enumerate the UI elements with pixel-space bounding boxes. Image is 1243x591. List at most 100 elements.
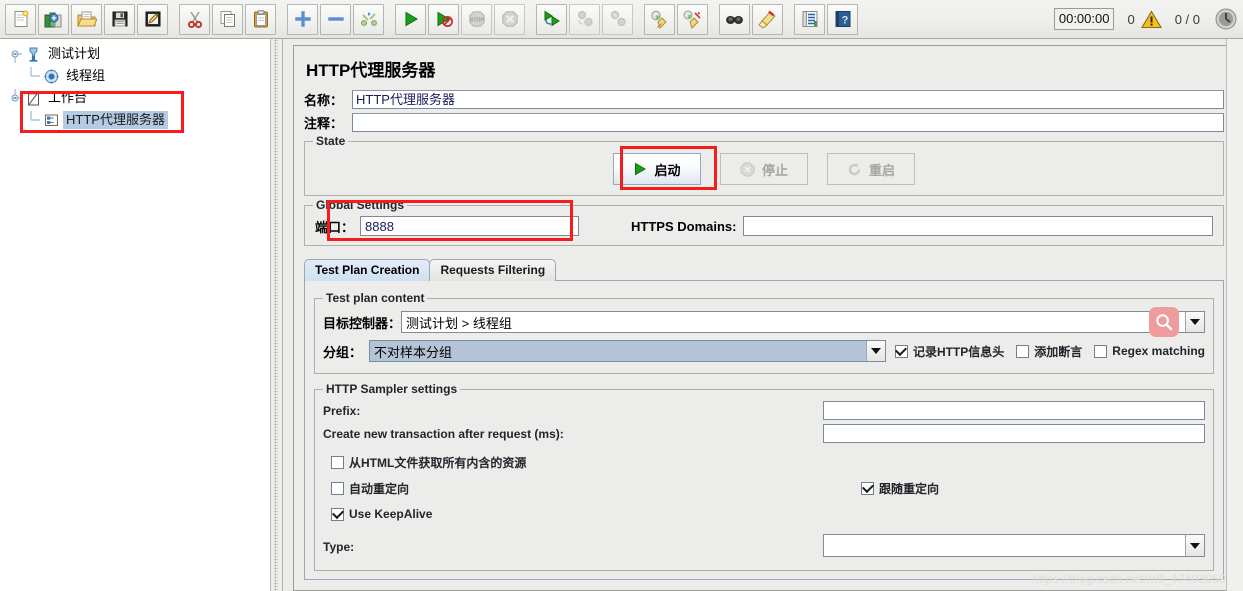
paste-icon[interactable] [245, 3, 276, 35]
chevron-down-icon [1190, 542, 1200, 549]
tree-item-label: 工作台 [48, 90, 88, 105]
start-remote-all-icon[interactable] [536, 3, 567, 35]
tab-test-plan-creation[interactable]: Test Plan Creation [304, 259, 431, 281]
chevron-down-icon [870, 348, 881, 354]
test-plan-icon [24, 45, 42, 63]
test-plan-content-group: Test plan content 目标控制器： 测试计划 > 线程组 分组： … [314, 291, 1214, 374]
checkbox-regex-matching[interactable]: Regex matching [1094, 344, 1205, 358]
grouping-label: 分组： [323, 344, 363, 360]
restart-button: 重启 [827, 153, 915, 185]
elapsed-timer: 00:00:00 [1053, 8, 1115, 30]
name-input[interactable]: HTTP代理服务器 [352, 90, 1224, 109]
clear-icon[interactable] [644, 3, 675, 35]
http-proxy-server-icon [42, 111, 60, 129]
comment-label: 注释： [304, 116, 344, 131]
toolbar-group-help: ? [793, 3, 859, 35]
save-icon[interactable] [104, 3, 135, 35]
toolbar-group-run: STOP [394, 3, 526, 35]
checkbox-label: Use KeepAlive [349, 507, 433, 521]
shutdown-icon [494, 3, 525, 35]
shutdown-remote-all-icon [602, 3, 633, 35]
function-helper-icon[interactable] [794, 3, 825, 35]
toolbar-group-edit [178, 3, 277, 35]
search-icon[interactable] [719, 3, 750, 35]
checkbox-add-assertions[interactable]: 添加断言 [1016, 343, 1082, 360]
copy-icon[interactable] [212, 3, 243, 35]
help-icon[interactable]: ? [827, 3, 858, 35]
start-icon[interactable] [395, 3, 426, 35]
transaction-input[interactable] [823, 424, 1205, 443]
checkbox-box [331, 507, 344, 521]
type-combo[interactable] [823, 534, 1205, 557]
cut-icon[interactable] [179, 3, 210, 35]
grouping-row: 分组： 不对样本分组 记录HTTP信息头 添加断言 Regex matching [323, 340, 1205, 362]
proxy-server-panel: HTTP代理服务器 名称： HTTP代理服务器 注释： State 启动 停止 … [293, 45, 1235, 591]
retrieve-resources-row: 从HTML文件获取所有内含的资源 [323, 449, 1205, 475]
toolbar-group-remote [535, 3, 634, 35]
toggle-icon[interactable] [353, 3, 384, 35]
tab-requests-filtering[interactable]: Requests Filtering [429, 259, 557, 281]
warning-count: 0 [1127, 11, 1135, 27]
checkbox-auto-redirect[interactable]: 自动重定向 [331, 480, 409, 497]
expand-all-icon[interactable] [287, 3, 318, 35]
watermark: https://blog.csdn.net/m0_47403059 [1031, 572, 1226, 586]
toolbar-status-area: 00:00:00 0 0 / 0 [1053, 7, 1239, 31]
checkbox-follow-redirect[interactable]: 跟随重定向 [861, 480, 939, 497]
target-controller-combo[interactable]: 测试计划 > 线程组 [401, 311, 1205, 333]
tree-expand-handle-icon[interactable] [6, 87, 24, 109]
magnifier-icon [1156, 314, 1173, 331]
name-row: 名称： HTTP代理服务器 [304, 90, 1224, 109]
thread-count: 0 / 0 [1174, 11, 1200, 27]
start-no-pauses-icon[interactable] [428, 3, 459, 35]
state-group: State 启动 停止 重启 [304, 134, 1224, 196]
toolbar-group-tree [286, 3, 385, 35]
name-label: 名称： [304, 93, 344, 108]
split-pane-divider[interactable] [271, 39, 283, 591]
https-domains-input[interactable] [743, 216, 1213, 236]
target-controller-dropdown-arrow[interactable] [1185, 312, 1204, 332]
comment-input[interactable] [352, 113, 1224, 132]
proxy-tabs: Test Plan Creation Requests Filtering Te… [304, 259, 1224, 580]
restart-arrow-icon [848, 162, 861, 175]
type-label: Type: [323, 540, 355, 554]
checkbox-retrieve-embedded-resources[interactable]: 从HTML文件获取所有内含的资源 [331, 454, 526, 471]
templates-icon[interactable] [38, 3, 69, 35]
search-icon-overlay[interactable] [1149, 307, 1179, 337]
type-dropdown-arrow[interactable] [1185, 535, 1204, 556]
open-icon[interactable] [71, 3, 102, 35]
checkbox-box [1016, 344, 1030, 358]
checkbox-box [861, 481, 874, 495]
tab-panel-test-plan-creation: Test plan content 目标控制器： 测试计划 > 线程组 分组： … [304, 280, 1224, 580]
new-icon[interactable] [5, 3, 36, 35]
tree-item-workbench[interactable]: 工作台 [4, 87, 270, 109]
grouping-combo[interactable]: 不对样本分组 [369, 340, 886, 362]
recording-options: 记录HTTP信息头 添加断言 Regex matching [894, 343, 1205, 360]
threads-gauge-icon[interactable] [1213, 7, 1237, 31]
tree-branch-line-icon [24, 109, 42, 131]
test-plan-tree[interactable]: 测试计划 线程组 工作台 HTTP代理服务器 [0, 39, 271, 591]
https-domains-label: HTTPS Domains: [631, 218, 737, 234]
checkbox-box [894, 344, 908, 358]
tree-item-label: 线程组 [66, 68, 106, 83]
warning-indicator[interactable]: 0 [1127, 9, 1162, 29]
grouping-dropdown-arrow[interactable] [865, 341, 885, 361]
reset-search-icon[interactable] [752, 3, 783, 35]
collapse-all-icon[interactable] [320, 3, 351, 35]
prefix-input[interactable] [823, 401, 1205, 420]
save-as-icon[interactable] [137, 3, 168, 35]
tree-item-thread-group[interactable]: 线程组 [4, 65, 270, 87]
checkbox-record-http-headers[interactable]: 记录HTTP信息头 [894, 343, 1004, 360]
transaction-row: Create new transaction after request (ms… [323, 422, 1205, 445]
auto-redirect-row: 自动重定向 跟随重定向 [323, 475, 1205, 501]
tree-item-http-proxy-server[interactable]: HTTP代理服务器 [4, 109, 270, 131]
svg-text:STOP: STOP [469, 17, 484, 23]
svg-text:?: ? [841, 15, 848, 27]
main-toolbar: STOP ? 00:00:00 0 0 / 0 [0, 0, 1243, 39]
global-settings-group: Global Settings 端口： 8888 HTTPS Domains: [304, 198, 1224, 246]
tree-item-test-plan[interactable]: 测试计划 [4, 43, 270, 65]
checkbox-use-keepalive[interactable]: Use KeepAlive [331, 507, 432, 521]
panel-vertical-scrollbar[interactable] [1226, 39, 1243, 591]
target-controller-row: 目标控制器： 测试计划 > 线程组 [323, 307, 1205, 337]
clear-all-icon[interactable] [677, 3, 708, 35]
tree-expand-handle-icon[interactable] [6, 43, 24, 65]
